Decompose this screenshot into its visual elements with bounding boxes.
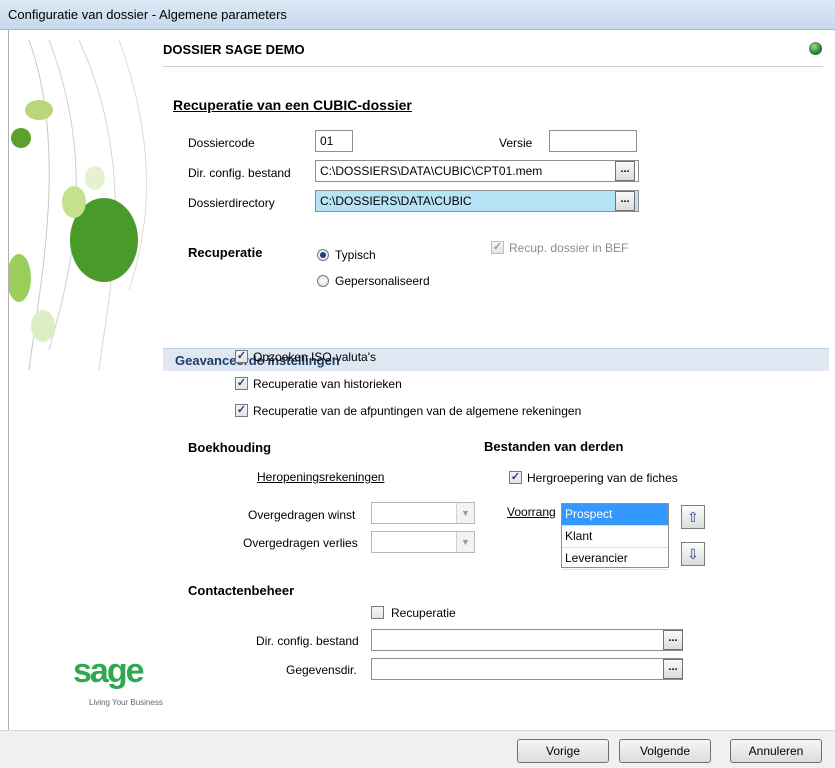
typisch-radio[interactable] — [317, 249, 329, 261]
leaf-decoration — [9, 39, 147, 371]
header: DOSSIER SAGE DEMO — [163, 30, 823, 67]
chevron-down-icon: ▼ — [456, 503, 474, 523]
verlies-select[interactable]: ▼ — [371, 531, 475, 553]
sage-tagline: Living Your Business — [89, 698, 163, 707]
dossierdir-label: Dossierdirectory — [188, 196, 275, 210]
config-label: Dir. config. bestand — [188, 166, 291, 180]
boekhouding-title: Boekhouding — [188, 440, 272, 455]
gepersonaliseerd-radio[interactable] — [317, 275, 329, 287]
historieken-checkbox[interactable]: ✓ — [235, 377, 248, 390]
sage-logo: sage — [73, 652, 144, 690]
gegevens-browse-button[interactable]: ... — [663, 659, 683, 679]
iso-checkbox[interactable]: ✓ — [235, 350, 248, 363]
contact-config-label: Dir. config. bestand — [256, 634, 359, 648]
contact-recuperatie-label: Recuperatie — [391, 606, 456, 620]
afpuntingen-checkbox[interactable]: ✓ — [235, 404, 248, 417]
versie-label: Versie — [499, 136, 533, 150]
iso-label: Opzoeken ISO-valuta's — [253, 350, 377, 364]
sidebar-decoration: sage Living Your Business — [8, 30, 164, 730]
vorige-button[interactable]: Vorige — [517, 739, 609, 763]
footer: Vorige Volgende Annuleren — [0, 730, 835, 768]
verlies-label: Overgedragen verlies — [243, 536, 358, 550]
config-field[interactable]: C:\DOSSIERS\DATA\CUBIC\CPT01.mem — [315, 160, 639, 182]
list-item[interactable]: Prospect — [562, 504, 668, 526]
page-title: Recuperatie van een CUBIC-dossier — [173, 97, 412, 113]
recuperatie-label: Recuperatie — [188, 245, 263, 260]
afpuntingen-label: Recuperatie van de afpuntingen van de al… — [253, 404, 582, 418]
move-down-icon[interactable]: ⇩ — [681, 542, 705, 566]
contact-recuperatie-checkbox[interactable] — [371, 606, 384, 619]
winst-label: Overgedragen winst — [248, 508, 356, 522]
dossier-name: DOSSIER SAGE DEMO — [163, 42, 305, 57]
list-item[interactable]: Leverancier — [562, 548, 668, 570]
winst-select[interactable]: ▼ — [371, 502, 475, 524]
dossiercode-field[interactable]: 01 — [315, 130, 353, 152]
gepersonaliseerd-label: Gepersonaliseerd — [335, 274, 430, 288]
list-item[interactable]: Klant — [562, 526, 668, 548]
voorrang-list[interactable]: Prospect Klant Leverancier — [561, 503, 669, 570]
dossiercode-label: Dossiercode — [188, 136, 255, 150]
bef-label: Recup. dossier in BEF — [509, 241, 629, 255]
window-title: Configuratie van dossier - Algemene para… — [8, 7, 287, 22]
config-browse-button[interactable]: ... — [615, 161, 635, 181]
contact-config-browse-button[interactable]: ... — [663, 630, 683, 650]
hergroepering-checkbox[interactable]: ✓ — [509, 471, 522, 484]
volgende-button[interactable]: Volgende — [619, 739, 711, 763]
gegevens-label: Gegevensdir. — [286, 663, 357, 677]
annuleren-button[interactable]: Annuleren — [730, 739, 822, 763]
versie-field[interactable] — [549, 130, 637, 152]
globe-icon[interactable] — [809, 42, 822, 55]
dossierdir-browse-button[interactable]: ... — [615, 191, 635, 211]
window-titlebar: Configuratie van dossier - Algemene para… — [0, 0, 835, 30]
chevron-down-icon: ▼ — [456, 532, 474, 552]
historieken-label: Recuperatie van historieken — [253, 377, 402, 391]
gegevens-field[interactable] — [371, 658, 683, 680]
dossierdir-field[interactable]: C:\DOSSIERS\DATA\CUBIC — [315, 190, 639, 212]
contact-title: Contactenbeheer — [188, 583, 295, 598]
derden-title: Bestanden van derden — [484, 439, 624, 454]
main-panel: DOSSIER SAGE DEMO Recuperatie van een CU… — [163, 30, 835, 730]
move-up-icon[interactable]: ⇧ — [681, 505, 705, 529]
typisch-label: Typisch — [335, 248, 376, 262]
bef-checkbox[interactable]: ✓ — [491, 241, 504, 254]
contact-config-field[interactable] — [371, 629, 683, 651]
hergroepering-label: Hergroepering van de fiches — [527, 471, 678, 485]
voorrang-label: Voorrang — [507, 505, 556, 519]
heropening-label: Heropeningsrekeningen — [257, 470, 385, 484]
